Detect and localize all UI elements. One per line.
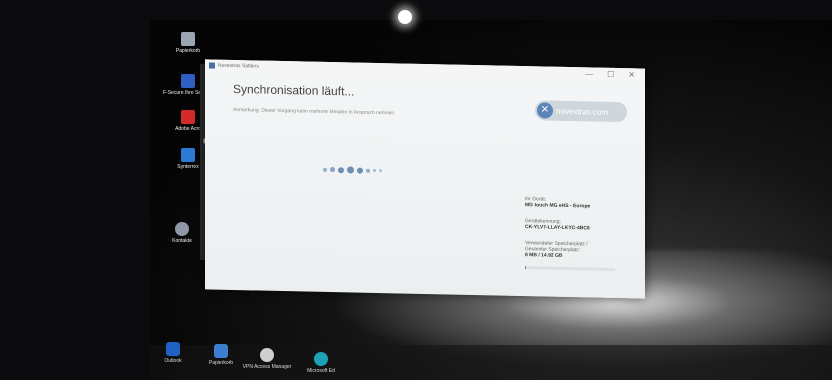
device-value: MG touch MG eHS - Europe [525, 202, 591, 210]
taskbar-label: Microsoft Ed [307, 368, 335, 374]
taskbar-vpn[interactable]: VPN Access Manager [242, 348, 292, 370]
storage-progress-bar [525, 266, 615, 271]
spinner-dot [330, 167, 335, 173]
minimize-button[interactable]: — [585, 69, 593, 78]
taskbar-label: Papierkorb [208, 360, 234, 366]
brand-logo: ✕ novextras.com [535, 100, 627, 123]
pdf-icon [181, 110, 195, 124]
light-glare [398, 10, 412, 24]
device-id-value: CK-YLV7-LLAY-LKYC-4BC6 [525, 224, 590, 232]
loading-spinner [323, 166, 382, 174]
brand-mark-icon: ✕ [537, 102, 553, 119]
maximize-button[interactable]: ☐ [607, 69, 614, 78]
recycle-bin-icon [181, 32, 195, 46]
taskbar-label: Outlook [164, 358, 182, 364]
desktop-icon-label: Papierkorb [175, 48, 201, 54]
close-button[interactable]: ✕ [628, 70, 635, 79]
app-window: Novextras Sattlers — ☐ ✕ Synchronisation… [205, 59, 645, 299]
desktop-icon-label: Adobe Acro [175, 126, 201, 132]
vpn-icon [260, 348, 274, 362]
shield-icon [181, 74, 195, 88]
storage-info: Verwendeter Speicherplatz / Gesamter Spe… [525, 240, 588, 259]
storage-progress-fill [525, 266, 526, 270]
window-title: Novextras Sattlers [218, 62, 259, 70]
sync-note: Anmerkung: Dieser Vorgang kann mehrere M… [233, 106, 395, 117]
recycle-bin-icon [214, 344, 228, 358]
outlook-icon [166, 342, 180, 356]
edge-icon [314, 352, 328, 366]
user-icon [175, 222, 189, 236]
window-content: Synchronisation läuft... Anmerkung: Dies… [205, 71, 645, 298]
app-logo-icon [209, 62, 215, 69]
device-id-info: Gerätekennung: CK-YLV7-LLAY-LKYC-4BC6 [525, 218, 590, 231]
taskbar-papierkorb[interactable]: Papierkorb [196, 344, 246, 366]
spinner-dot [366, 168, 370, 173]
spinner-dot [338, 166, 344, 173]
taskbar-outlook[interactable]: Outlook [148, 342, 198, 364]
desktop-icon-label: Kontakte [172, 238, 192, 244]
spinner-dot [323, 167, 327, 172]
brand-name: novextras.com [556, 106, 609, 117]
spinner-dot [357, 167, 363, 174]
taskbar-label: VPN Access Manager [242, 364, 292, 370]
spinner-dot [347, 166, 354, 174]
desktop-icon-recycle-bin[interactable]: Papierkorb [158, 32, 218, 54]
app-icon [181, 148, 195, 162]
device-info: Ihr Gerät: MG touch MG eHS - Europe [525, 196, 590, 209]
taskbar-edge[interactable]: Microsoft Ed [296, 352, 346, 374]
sync-heading: Synchronisation läuft... [233, 81, 355, 99]
spinner-dot [379, 169, 382, 173]
desktop-icon-label: Synterrex [177, 164, 199, 170]
spinner-dot [373, 168, 376, 172]
